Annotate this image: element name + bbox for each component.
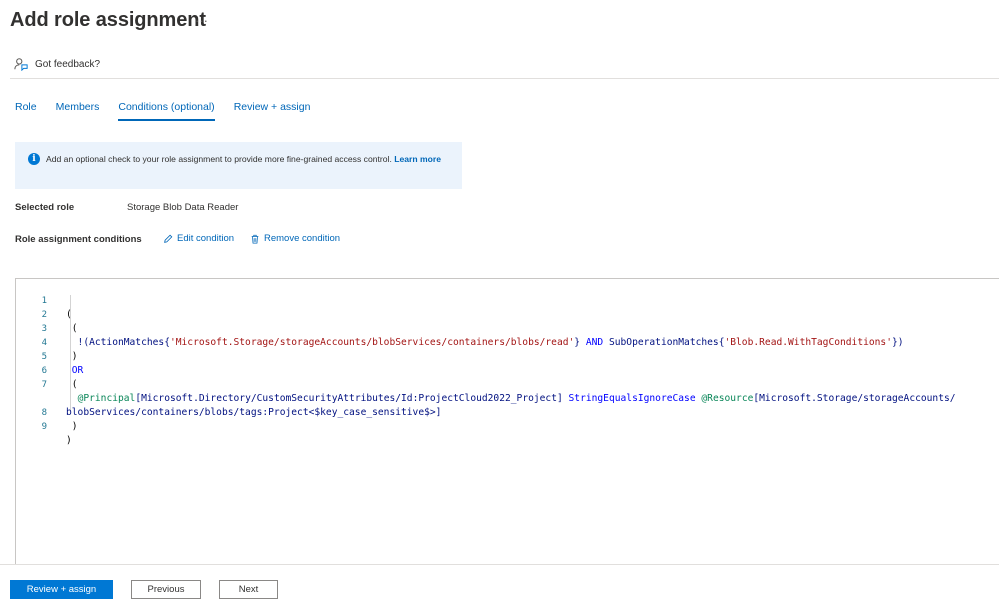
footer-divider xyxy=(0,564,999,565)
feedback-label: Got feedback? xyxy=(35,58,101,70)
tab-role[interactable]: Role xyxy=(15,101,37,119)
info-banner: i Add an optional check to your role ass… xyxy=(15,142,462,189)
more-options-icon[interactable]: ··· xyxy=(195,13,208,28)
code-text: ) xyxy=(66,421,78,432)
code-line: 9 ) xyxy=(16,406,999,446)
divider xyxy=(10,78,999,79)
tab-review-assign[interactable]: Review + assign xyxy=(234,101,311,119)
pencil-icon xyxy=(164,234,173,243)
code-line: blobServices/containers/blobs/tags:Proje… xyxy=(16,378,999,418)
code-line: 8 ) xyxy=(16,392,999,432)
code-line: 5 OR xyxy=(16,336,999,376)
previous-button[interactable]: Previous xyxy=(131,580,201,599)
line-number: 9 xyxy=(41,422,47,432)
trash-icon xyxy=(251,234,259,244)
learn-more-link[interactable]: Learn more xyxy=(394,154,441,164)
page-title: Add role assignment xyxy=(10,9,206,31)
feedback-link[interactable]: Got feedback? xyxy=(14,57,100,71)
info-icon: i xyxy=(28,153,40,165)
review-assign-button[interactable]: Review + assign xyxy=(10,580,113,599)
remove-condition-label: Remove condition xyxy=(264,233,341,244)
code-line: 6 ( xyxy=(16,350,999,390)
edit-condition-button[interactable]: Edit condition xyxy=(163,233,234,244)
next-button[interactable]: Next xyxy=(219,580,278,599)
edit-condition-label: Edit condition xyxy=(177,233,235,244)
code-text: ) xyxy=(66,435,72,446)
selected-role-value: Storage Blob Data Reader xyxy=(127,202,239,213)
remove-condition-button[interactable]: Remove condition xyxy=(250,233,340,244)
conditions-label: Role assignment conditions xyxy=(15,234,142,245)
tab-bar: Role Members Conditions (optional) Revie… xyxy=(15,101,329,121)
code-line: 2 ( xyxy=(16,294,999,334)
code-line: 7 @Principal[Microsoft.Directory/CustomS… xyxy=(16,364,999,404)
tab-members[interactable]: Members xyxy=(56,101,100,119)
selected-role-label: Selected role xyxy=(15,202,75,213)
info-text: Add an optional check to your role assig… xyxy=(46,154,392,164)
code-line: 3 !(ActionMatches{'Microsoft.Storage/sto… xyxy=(16,308,999,348)
feedback-icon xyxy=(14,58,28,71)
condition-code-editor[interactable]: 1 ( 2 ( 3 !(ActionMatches{'Microsoft.Sto… xyxy=(15,278,999,565)
code-line: 4 ) xyxy=(16,322,999,362)
tab-conditions[interactable]: Conditions (optional) xyxy=(118,101,216,121)
code-line: 1 ( xyxy=(16,280,999,320)
